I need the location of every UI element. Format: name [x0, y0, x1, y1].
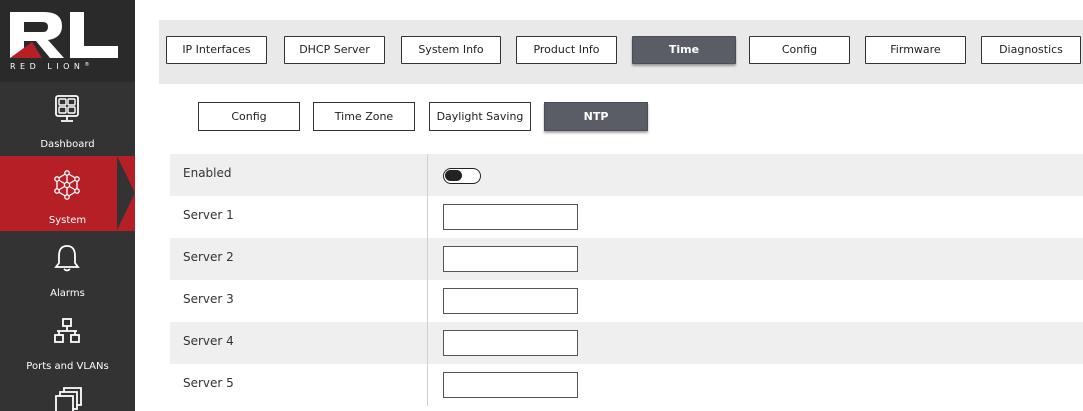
server-3-input[interactable] [443, 288, 578, 314]
server-5-input[interactable] [443, 372, 578, 398]
sidebar-item-system[interactable]: System [0, 156, 135, 231]
form-row-enabled: Enabled [170, 154, 1083, 196]
sidebar: RED LION® Dashboard System Alarms Ports … [0, 0, 135, 411]
server-3-label: Server 3 [183, 292, 234, 306]
app-window: RED LION® Dashboard System Alarms Ports … [0, 0, 1083, 411]
server-1-label: Server 1 [183, 208, 234, 222]
enabled-toggle[interactable] [443, 168, 481, 184]
red-lion-logo[interactable]: RED LION® [0, 0, 135, 82]
server-4-input[interactable] [443, 330, 578, 356]
server-4-label: Server 4 [183, 334, 234, 348]
enabled-label: Enabled [183, 166, 232, 180]
tab-ip-interfaces[interactable]: IP Interfaces [166, 36, 267, 64]
sidebar-item-label: System [48, 215, 87, 226]
subtab-config[interactable]: Config [198, 102, 300, 131]
trademark: ® [84, 62, 90, 68]
sub-tab-bar: Config Time Zone Daylight Saving NTP [159, 92, 1083, 144]
sidebar-item-dashboard[interactable]: Dashboard [0, 82, 135, 157]
server-5-label: Server 5 [183, 376, 234, 390]
active-indicator [117, 156, 135, 230]
subtab-time-zone[interactable]: Time Zone [313, 102, 415, 131]
main-content: IP Interfaces DHCP Server System Info Pr… [135, 0, 1083, 411]
stacked-windows-icon [55, 387, 82, 411]
sidebar-item-ports-and-vlans[interactable]: Ports and VLANs [0, 306, 135, 381]
sidebar-item-label: Ports and VLANs [26, 361, 109, 372]
tab-product-info[interactable]: Product Info [516, 36, 617, 64]
column-divider [427, 154, 428, 406]
server-2-label: Server 2 [183, 250, 234, 264]
server-2-input[interactable] [443, 246, 578, 272]
system-network-icon [54, 170, 80, 200]
server-1-input[interactable] [443, 204, 578, 230]
rl-logo-icon [10, 12, 118, 58]
toggle-knob [445, 170, 462, 181]
sidebar-item-more[interactable] [0, 381, 135, 411]
form-row-server-5: Server 5 [170, 364, 1083, 406]
sidebar-item-label: Alarms [50, 288, 85, 299]
logo-wordmark: RED LION® [10, 62, 89, 71]
dashboard-icon [55, 95, 79, 122]
tab-firmware[interactable]: Firmware [865, 36, 966, 64]
form-row-server-4: Server 4 [170, 322, 1083, 364]
tab-dhcp-server[interactable]: DHCP Server [284, 36, 385, 64]
form-row-server-3: Server 3 [170, 280, 1083, 322]
subtab-daylight-saving[interactable]: Daylight Saving [429, 102, 531, 131]
form-row-server-1: Server 1 [170, 196, 1083, 238]
logo-wordmark-text: RED LION [10, 62, 85, 71]
top-tab-bar: IP Interfaces DHCP Server System Info Pr… [159, 20, 1083, 84]
form-row-server-2: Server 2 [170, 238, 1083, 280]
ntp-settings-form: Enabled Server 1 Server 2 Server 3 Serve… [170, 154, 1083, 406]
sidebar-item-alarms[interactable]: Alarms [0, 231, 135, 306]
tab-config[interactable]: Config [749, 36, 850, 64]
bell-icon [54, 245, 80, 272]
tab-diagnostics[interactable]: Diagnostics [981, 36, 1081, 64]
network-ports-icon [54, 318, 80, 343]
tab-system-info[interactable]: System Info [401, 36, 501, 64]
sidebar-item-label: Dashboard [40, 139, 95, 150]
subtab-ntp[interactable]: NTP [544, 102, 648, 131]
tab-time[interactable]: Time [632, 36, 736, 64]
